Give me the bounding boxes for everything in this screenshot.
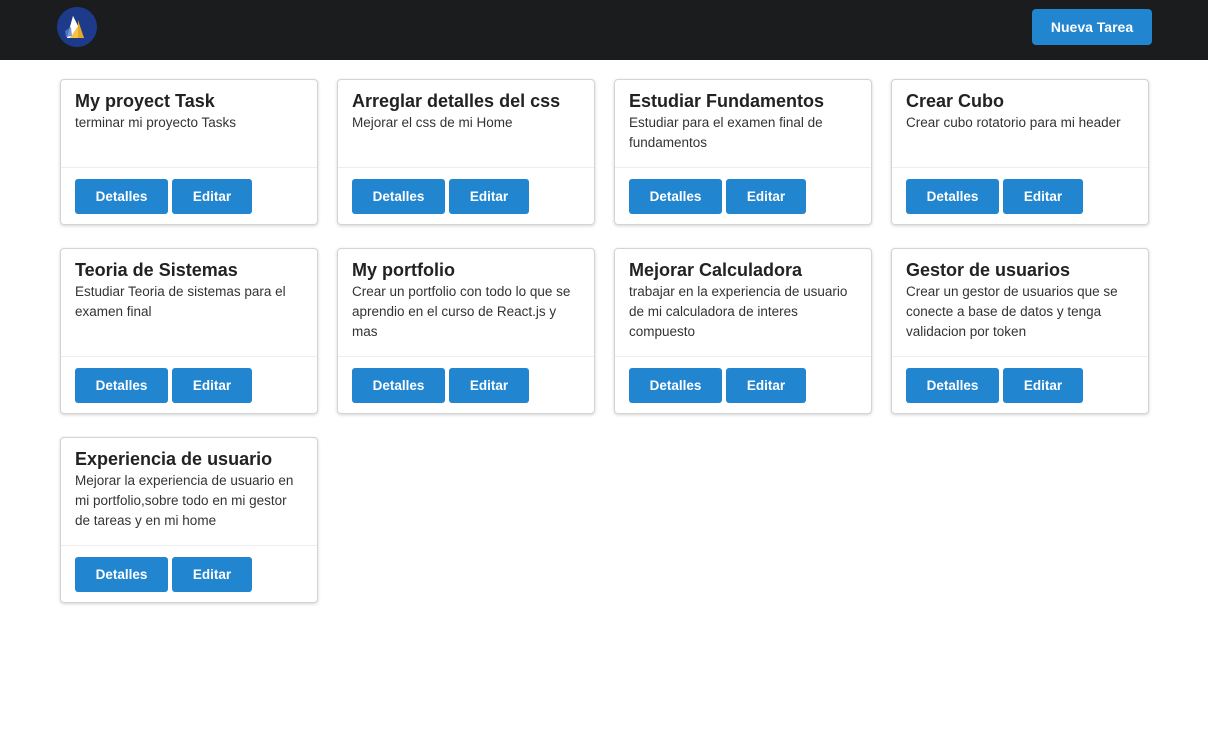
card-description: Crear un gestor de usuarios que se conec… [906, 284, 1118, 339]
new-task-button[interactable]: Nueva Tarea [1032, 9, 1152, 45]
details-button[interactable]: Detalles [629, 179, 722, 214]
card-actions: Detalles Editar [338, 356, 594, 413]
edit-button[interactable]: Editar [449, 368, 529, 403]
task-card: Arreglar detalles del css Mejorar el css… [337, 79, 595, 225]
card-description: terminar mi proyecto Tasks [75, 115, 237, 130]
card-title: Teoria de Sistemas [75, 260, 238, 280]
card-description: Crear cubo rotatorio para mi header [906, 115, 1121, 130]
details-button[interactable]: Detalles [906, 179, 999, 214]
task-card: Experiencia de usuario Mejorar la experi… [60, 437, 318, 603]
details-button[interactable]: Detalles [352, 179, 445, 214]
card-actions: Detalles Editar [615, 356, 871, 413]
card-content: Mejorar Calculadora trabajar en la exper… [615, 249, 871, 356]
details-button[interactable]: Detalles [75, 557, 168, 592]
card-content: Gestor de usuarios Crear un gestor de us… [892, 249, 1148, 356]
task-card: Teoria de Sistemas Estudiar Teoria de si… [60, 248, 318, 414]
edit-button[interactable]: Editar [449, 179, 529, 214]
card-title: Estudiar Fundamentos [629, 91, 825, 111]
card-title: My proyect Task [75, 91, 215, 111]
edit-button[interactable]: Editar [726, 368, 806, 403]
card-actions: Detalles Editar [61, 167, 317, 224]
card-actions: Detalles Editar [892, 167, 1148, 224]
edit-button[interactable]: Editar [726, 179, 806, 214]
details-button[interactable]: Detalles [629, 368, 722, 403]
card-title: My portfolio [352, 260, 455, 280]
task-card: Estudiar Fundamentos Estudiar para el ex… [614, 79, 872, 225]
card-title: Gestor de usuarios [906, 260, 1071, 280]
card-description: Estudiar para el examen final de fundame… [629, 115, 823, 150]
task-card: My portfolio Crear un portfolio con todo… [337, 248, 595, 414]
task-grid: My proyect Task terminar mi proyecto Tas… [60, 79, 1150, 603]
card-content: My proyect Task terminar mi proyecto Tas… [61, 80, 317, 167]
details-button[interactable]: Detalles [75, 179, 168, 214]
app-logo-icon[interactable] [57, 7, 97, 47]
top-navbar: Nueva Tarea [0, 0, 1208, 60]
card-content: Estudiar Fundamentos Estudiar para el ex… [615, 80, 871, 167]
card-description: Mejorar el css de mi Home [352, 115, 513, 130]
task-card: Crear Cubo Crear cubo rotatorio para mi … [891, 79, 1149, 225]
task-card: Gestor de usuarios Crear un gestor de us… [891, 248, 1149, 414]
card-title: Experiencia de usuario [75, 449, 273, 469]
card-description: trabajar en la experiencia de usuario de… [629, 284, 848, 339]
card-content: Experiencia de usuario Mejorar la experi… [61, 438, 317, 545]
card-actions: Detalles Editar [338, 167, 594, 224]
task-card: Mejorar Calculadora trabajar en la exper… [614, 248, 872, 414]
card-title: Mejorar Calculadora [629, 260, 803, 280]
edit-button[interactable]: Editar [1003, 368, 1083, 403]
card-content: Teoria de Sistemas Estudiar Teoria de si… [61, 249, 317, 356]
card-description: Estudiar Teoria de sistemas para el exam… [75, 284, 286, 319]
card-title: Arreglar detalles del css [352, 91, 561, 111]
card-title: Crear Cubo [906, 91, 1005, 111]
card-actions: Detalles Editar [892, 356, 1148, 413]
details-button[interactable]: Detalles [75, 368, 168, 403]
edit-button[interactable]: Editar [172, 179, 252, 214]
details-button[interactable]: Detalles [352, 368, 445, 403]
details-button[interactable]: Detalles [906, 368, 999, 403]
card-actions: Detalles Editar [61, 356, 317, 413]
edit-button[interactable]: Editar [1003, 179, 1083, 214]
edit-button[interactable]: Editar [172, 368, 252, 403]
card-content: Arreglar detalles del css Mejorar el css… [338, 80, 594, 167]
card-actions: Detalles Editar [61, 545, 317, 602]
card-description: Crear un portfolio con todo lo que se ap… [352, 284, 571, 339]
card-content: Crear Cubo Crear cubo rotatorio para mi … [892, 80, 1148, 167]
card-content: My portfolio Crear un portfolio con todo… [338, 249, 594, 356]
task-card: My proyect Task terminar mi proyecto Tas… [60, 79, 318, 225]
card-actions: Detalles Editar [615, 167, 871, 224]
card-description: Mejorar la experiencia de usuario en mi … [75, 473, 294, 528]
edit-button[interactable]: Editar [172, 557, 252, 592]
